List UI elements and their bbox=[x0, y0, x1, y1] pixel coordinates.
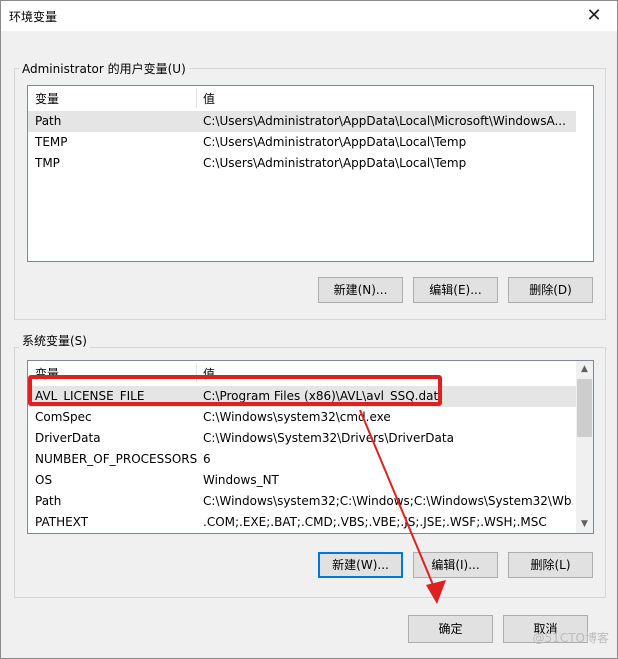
title-bar: 环境变量 ✕ bbox=[1, 1, 617, 31]
var-name: TEMP bbox=[35, 135, 68, 149]
var-value: Windows_NT bbox=[203, 473, 279, 487]
var-value: C:\Users\Administrator\AppData\Local\Mic… bbox=[203, 114, 566, 128]
user-vars-header: 变量 值 bbox=[28, 86, 593, 110]
system-var-row[interactable]: Path C:\Windows\system32;C:\Windows;C:\W… bbox=[28, 491, 576, 512]
system-var-row[interactable]: PATHEXT .COM;.EXE;.BAT;.CMD;.VBS;.VBE;.J… bbox=[28, 512, 576, 533]
scroll-up-icon[interactable]: ▲ bbox=[576, 361, 593, 378]
scroll-thumb[interactable] bbox=[577, 379, 592, 437]
user-var-row[interactable]: TMP C:\Users\Administrator\AppData\Local… bbox=[28, 153, 576, 174]
env-vars-dialog: 环境变量 ✕ Administrator 的用户变量(U) 变量 值 Path … bbox=[0, 0, 618, 659]
user-var-row[interactable]: TEMP C:\Users\Administrator\AppData\Loca… bbox=[28, 132, 576, 153]
var-value: C:\Windows\system32;C:\Windows;C:\Window… bbox=[203, 494, 573, 508]
var-name: Path bbox=[35, 494, 62, 508]
user-delete-button[interactable]: 删除(D) bbox=[508, 277, 593, 303]
scroll-down-icon[interactable]: ▼ bbox=[576, 516, 593, 533]
dialog-title: 环境变量 bbox=[9, 10, 58, 24]
system-vars-label: 系统变量(S) bbox=[19, 332, 90, 349]
system-var-row[interactable]: NUMBER_OF_PROCESSORS 6 bbox=[28, 449, 576, 470]
user-var-row[interactable]: Path C:\Users\Administrator\AppData\Loca… bbox=[28, 111, 576, 132]
system-edit-button[interactable]: 编辑(I)... bbox=[413, 552, 498, 578]
system-var-row[interactable]: DriverData C:\Windows\System32\Drivers\D… bbox=[28, 428, 576, 449]
annotation-highlight bbox=[28, 375, 442, 406]
var-name: TMP bbox=[35, 156, 60, 170]
col-variable[interactable]: 变量 bbox=[35, 90, 59, 107]
user-vars-label: Administrator 的用户变量(U) bbox=[19, 60, 189, 77]
user-edit-button[interactable]: 编辑(E)... bbox=[413, 277, 498, 303]
var-value: C:\Windows\system32\cmd.exe bbox=[203, 410, 391, 424]
var-name: ComSpec bbox=[35, 410, 92, 424]
var-name: PATHEXT bbox=[35, 515, 89, 529]
var-value: .COM;.EXE;.BAT;.CMD;.VBS;.VBE;.JS;.JSE;.… bbox=[203, 515, 547, 529]
system-new-button[interactable]: 新建(W)... bbox=[318, 552, 403, 578]
col-value[interactable]: 值 bbox=[203, 90, 215, 107]
var-value: C:\Users\Administrator\AppData\Local\Tem… bbox=[203, 135, 467, 149]
var-value: C:\Windows\System32\Drivers\DriverData bbox=[203, 431, 454, 445]
system-delete-button[interactable]: 删除(L) bbox=[508, 552, 593, 578]
user-vars-list[interactable]: 变量 值 Path C:\Users\Administrator\AppData… bbox=[27, 85, 594, 262]
var-name: OS bbox=[35, 473, 53, 487]
var-name: DriverData bbox=[35, 431, 101, 445]
system-vars-scrollbar[interactable]: ▲ ▼ bbox=[576, 361, 593, 533]
var-name: NUMBER_OF_PROCESSORS bbox=[35, 452, 198, 466]
var-name: Path bbox=[35, 114, 62, 128]
close-icon[interactable]: ✕ bbox=[571, 1, 617, 31]
var-value: 6 bbox=[203, 452, 211, 466]
ok-button[interactable]: 确定 bbox=[408, 615, 493, 643]
system-var-row[interactable]: ComSpec C:\Windows\system32\cmd.exe bbox=[28, 407, 576, 428]
var-value: C:\Users\Administrator\AppData\Local\Tem… bbox=[203, 156, 467, 170]
watermark: @51CTO博客 bbox=[532, 631, 609, 645]
system-var-row[interactable]: OS Windows_NT bbox=[28, 470, 576, 491]
user-new-button[interactable]: 新建(N)... bbox=[318, 277, 403, 303]
